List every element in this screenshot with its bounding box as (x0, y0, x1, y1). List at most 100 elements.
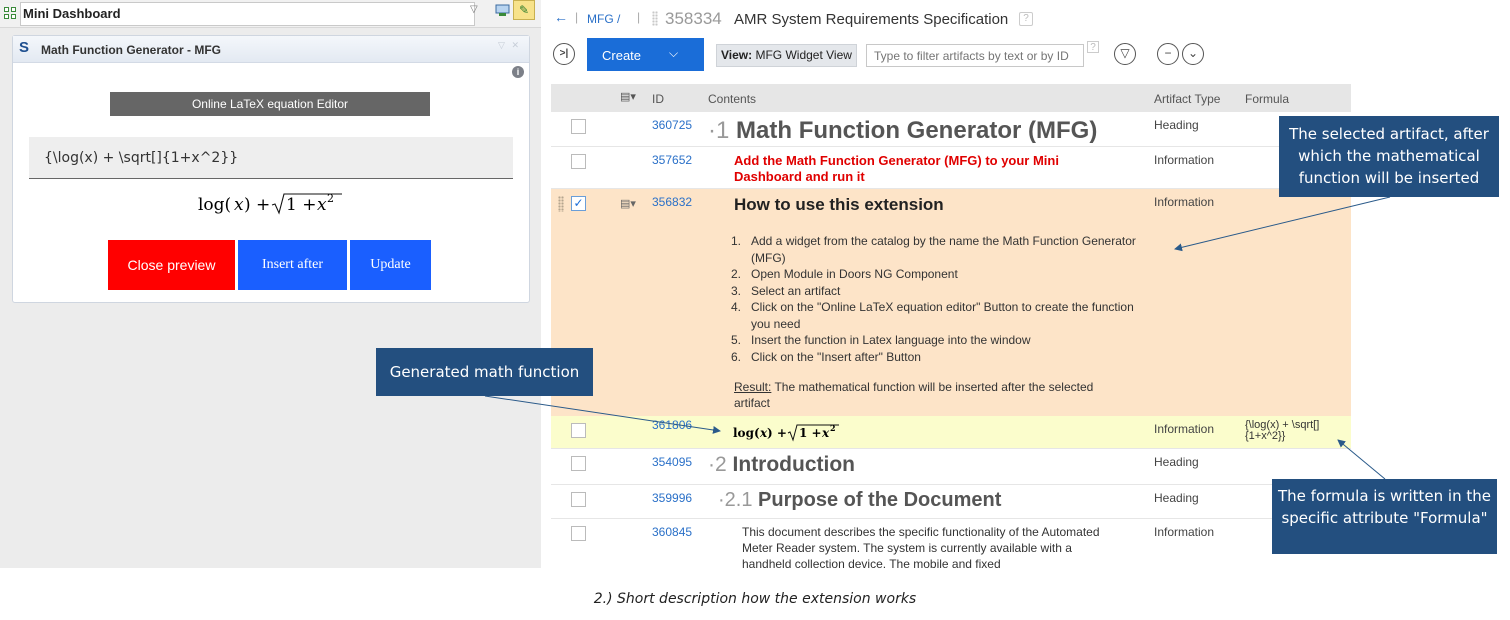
row-checkbox[interactable] (571, 423, 586, 438)
artifact-id[interactable]: 360725 (652, 118, 692, 132)
artifact-type: Information (1154, 525, 1215, 539)
inserted-math-function: log( x ) + 1 + x 2 (732, 422, 847, 448)
latex-editor-button[interactable]: Online LaTeX equation Editor (110, 92, 430, 116)
artifact-content: This document describes the specific fun… (742, 525, 1100, 568)
mini-dashboard-panel: Mini Dashboard ▽ ✎ S Math Function Gener… (0, 0, 541, 568)
heading-number: ·1 (708, 117, 730, 144)
artifact-id[interactable]: 354095 (652, 455, 692, 469)
list-item: 3. Select an artifact (731, 283, 841, 298)
chevron-down-icon[interactable]: ▽ (470, 4, 478, 15)
module-title: AMR System Requirements Specification (734, 11, 1009, 28)
update-button[interactable]: Update (350, 240, 431, 290)
view-name: MFG Widget View (755, 48, 852, 62)
instruction-list: 1. Add a widget from the catalog by the n… (731, 233, 1151, 365)
filter-help-icon[interactable]: ? (1087, 41, 1099, 53)
table-row-selected[interactable]: ✓ ▤▾ 356832 How to use this extension In… (551, 189, 1351, 416)
row-checkbox[interactable] (571, 492, 586, 507)
widget-title: Math Function Generator - MFG (41, 43, 221, 57)
artifact-heading: ·1 Math Function Generator (MFG) (708, 117, 1097, 145)
row-checkbox[interactable] (571, 119, 586, 134)
svg-text:2: 2 (830, 423, 836, 433)
mini-dashboard-title[interactable]: Mini Dashboard (20, 2, 475, 26)
list-item: 6. Click on the "Insert after" Button (731, 349, 921, 364)
svg-text:) +: ) + (244, 195, 270, 215)
table-row[interactable]: 360725 ·1 Math Function Generator (MFG) … (551, 112, 1351, 147)
view-selector[interactable]: View: MFG Widget View (716, 44, 857, 67)
artifact-heading: ·2 Introduction (708, 453, 856, 476)
callout-selected-artifact: The selected artifact, after which the m… (1279, 116, 1499, 197)
monitor-icon[interactable] (494, 3, 512, 19)
row-menu-icon[interactable]: ▤▾ (620, 90, 636, 103)
module-id: 358334 (665, 9, 722, 28)
svg-text:log(: log( (198, 195, 231, 215)
mfg-widget: S Math Function Generator - MFG ▽ ✕ i On… (12, 35, 530, 303)
help-icon[interactable]: ? (1019, 12, 1033, 26)
table-row[interactable]: 359996 ·2.1 Purpose of the Document Head… (551, 485, 1351, 519)
filter-input[interactable] (866, 44, 1084, 67)
math-preview-graphic: log( x ) + 1 + x 2 (198, 192, 342, 215)
row-checkbox[interactable] (571, 526, 586, 541)
heading-text: Math Function Generator (MFG) (736, 117, 1098, 144)
create-button[interactable]: Create ⌵ (587, 38, 704, 71)
breadcrumb[interactable]: MFG / (587, 12, 620, 26)
widget-window-controls-icon[interactable]: ▽ ✕ (498, 40, 521, 51)
row-checkbox-checked[interactable]: ✓ (571, 196, 586, 211)
close-preview-button[interactable]: Close preview (108, 240, 235, 290)
formula-value: {\log(x) + \sqrt[] {1+x^2}} (1245, 419, 1320, 442)
table-row-inserted[interactable]: 361806 log( x ) + 1 + x 2 Information {\… (551, 416, 1351, 449)
column-formula[interactable]: Formula (1245, 92, 1289, 106)
table-header: ▤▾ ID Contents Artifact Type Formula (551, 84, 1351, 112)
latex-input[interactable]: {\log(x) + \sqrt[]{1+x^2}} (29, 137, 513, 179)
svg-text:1 +: 1 + (799, 426, 822, 440)
row-checkbox[interactable] (571, 154, 586, 169)
module-toolbar: >| Create ⌵ View: MFG Widget View ? ▽ − … (541, 38, 1510, 72)
svg-text:) +: ) + (767, 426, 787, 440)
column-contents[interactable]: Contents (708, 92, 756, 106)
svg-text:log(: log( (733, 426, 760, 440)
artifact-type: Heading (1154, 455, 1199, 469)
figure-caption: 2.) Short description how the extension … (593, 591, 917, 607)
list-item: 1. Add a widget from the catalog by the n… (731, 234, 1136, 265)
filter-icon[interactable]: ▽ (1114, 43, 1136, 65)
back-arrow-icon[interactable]: ← (554, 9, 568, 25)
table-row[interactable]: 357652 Add the Math Function Generator (… (551, 147, 1351, 189)
artifact-id[interactable]: 360845 (652, 525, 692, 539)
callout-generated-function: Generated math function (376, 348, 593, 396)
column-artifact-type[interactable]: Artifact Type (1154, 92, 1220, 106)
chevron-down-icon[interactable]: ⌵ (669, 46, 678, 61)
view-prefix: View: (721, 48, 753, 62)
info-icon[interactable]: i (512, 66, 524, 78)
widget-header: S Math Function Generator - MFG ▽ ✕ (13, 36, 529, 63)
artifact-id[interactable]: 359996 (652, 491, 692, 505)
artifact-content: Add the Math Function Generator (MFG) to… (734, 153, 1059, 184)
insert-after-button[interactable]: Insert after (238, 240, 347, 290)
latex-preview: log( x ) + 1 + x 2 (29, 191, 513, 222)
column-id[interactable]: ID (652, 92, 664, 106)
table-row[interactable]: 354095 ·2 Introduction Heading (551, 449, 1351, 485)
drag-handle-icon[interactable] (558, 196, 564, 212)
row-menu-icon[interactable]: ▤▾ (620, 197, 636, 210)
svg-text:2: 2 (327, 192, 334, 205)
mfg-logo-icon: S (19, 39, 30, 56)
artifact-heading: ·2.1 Purpose of the Document (718, 489, 1002, 511)
math-function-graphic: log( x ) + 1 + x 2 (733, 423, 839, 442)
artifact-id[interactable]: 356832 (652, 195, 692, 209)
svg-text:1 +: 1 + (286, 195, 316, 215)
svg-text:x: x (317, 195, 327, 215)
list-item: 2. Open Module in Doors NG Component (731, 267, 958, 281)
expand-all-icon[interactable]: ⌄ (1182, 43, 1204, 65)
artifact-id[interactable]: 357652 (652, 153, 692, 167)
mini-dashboard-bar: Mini Dashboard ▽ ✎ (0, 0, 541, 28)
separator: | (575, 10, 579, 24)
artifact-id[interactable]: 361806 (652, 418, 692, 432)
artifact-type: Information (1154, 195, 1215, 209)
result-text: Result: The mathematical function will b… (734, 380, 1094, 410)
drag-handle-icon[interactable] (652, 11, 658, 26)
show-sidebar-icon[interactable]: >| (553, 43, 575, 65)
collapse-all-icon[interactable]: − (1157, 43, 1179, 65)
row-checkbox[interactable] (571, 456, 586, 471)
artifact-type: Heading (1154, 118, 1199, 132)
pin-icon[interactable]: ✎ (513, 0, 535, 20)
table-row[interactable]: 360845 This document describes the speci… (551, 519, 1351, 568)
artifact-type: Information (1154, 153, 1215, 167)
